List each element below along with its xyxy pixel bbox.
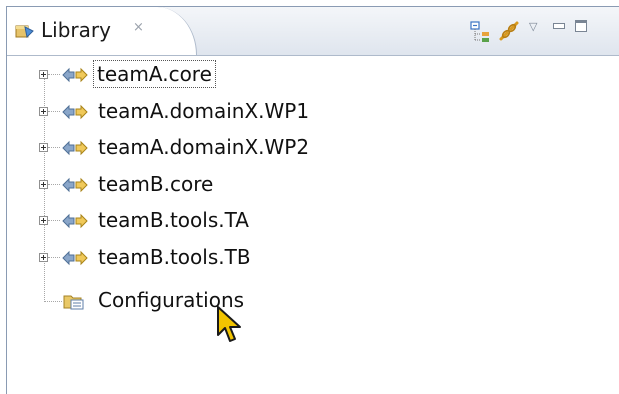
- tree-item-label: teamB.core: [98, 172, 214, 196]
- plugin-project-icon: [62, 140, 88, 156]
- mouse-cursor-icon: [217, 306, 241, 342]
- link-with-editor-icon[interactable]: [497, 19, 521, 43]
- tree-item-label: teamB.tools.TA: [98, 208, 249, 232]
- tree-item[interactable]: teamA.domainX.WP2: [7, 132, 607, 164]
- tree-guide-line: [48, 111, 60, 112]
- view-title: Library: [41, 18, 111, 42]
- tree-guide-line: [48, 74, 60, 75]
- maximize-icon[interactable]: [575, 20, 587, 32]
- tree-item[interactable]: teamB.tools.TB: [7, 242, 607, 274]
- tree-guide-line: [48, 220, 60, 221]
- tree-item[interactable]: teamB.tools.TA: [7, 205, 607, 237]
- expand-icon[interactable]: [39, 107, 48, 116]
- collapse-all-icon[interactable]: [469, 19, 491, 43]
- configurations-icon: [63, 295, 84, 310]
- expand-icon[interactable]: [39, 253, 48, 262]
- plugin-project-icon: [62, 67, 88, 83]
- tree-guide-line: [48, 147, 60, 148]
- view-menu-icon[interactable]: ▽: [529, 21, 537, 33]
- plugin-project-icon: [62, 213, 88, 229]
- project-tree: teamA.core teamA.domainX.WP1 teamA.domainX…: [7, 59, 619, 389]
- tree-guide-line: [48, 257, 60, 258]
- tree-item[interactable]: teamA.domainX.WP1: [7, 96, 607, 128]
- tree-item[interactable]: teamB.core: [7, 169, 607, 201]
- library-icon: [15, 25, 34, 39]
- tree-guide-line: [48, 184, 60, 185]
- tree-item-label: teamB.tools.TB: [98, 245, 251, 269]
- expand-icon[interactable]: [39, 180, 48, 189]
- tree-item[interactable]: teamA.core: [7, 59, 607, 91]
- plugin-project-icon: [62, 177, 88, 193]
- expand-icon[interactable]: [39, 70, 48, 79]
- tree-item-label: teamA.domainX.WP2: [98, 135, 310, 159]
- library-view: Library × ▽ teamA.core teamA.domainX.WP1 t…: [6, 6, 619, 394]
- expand-icon[interactable]: [39, 143, 48, 152]
- tree-item-label: teamA.domainX.WP1: [98, 99, 310, 123]
- tree-item-label: teamA.core: [93, 60, 216, 88]
- plugin-project-icon: [62, 104, 88, 120]
- tree-item-configurations[interactable]: Configurations: [7, 285, 607, 317]
- minimize-icon[interactable]: [553, 23, 565, 29]
- view-header: Library × ▽: [7, 7, 619, 56]
- plugin-project-icon: [62, 250, 88, 266]
- expand-icon[interactable]: [39, 216, 48, 225]
- library-tab[interactable]: Library ×: [7, 7, 197, 55]
- close-icon[interactable]: ×: [133, 20, 144, 36]
